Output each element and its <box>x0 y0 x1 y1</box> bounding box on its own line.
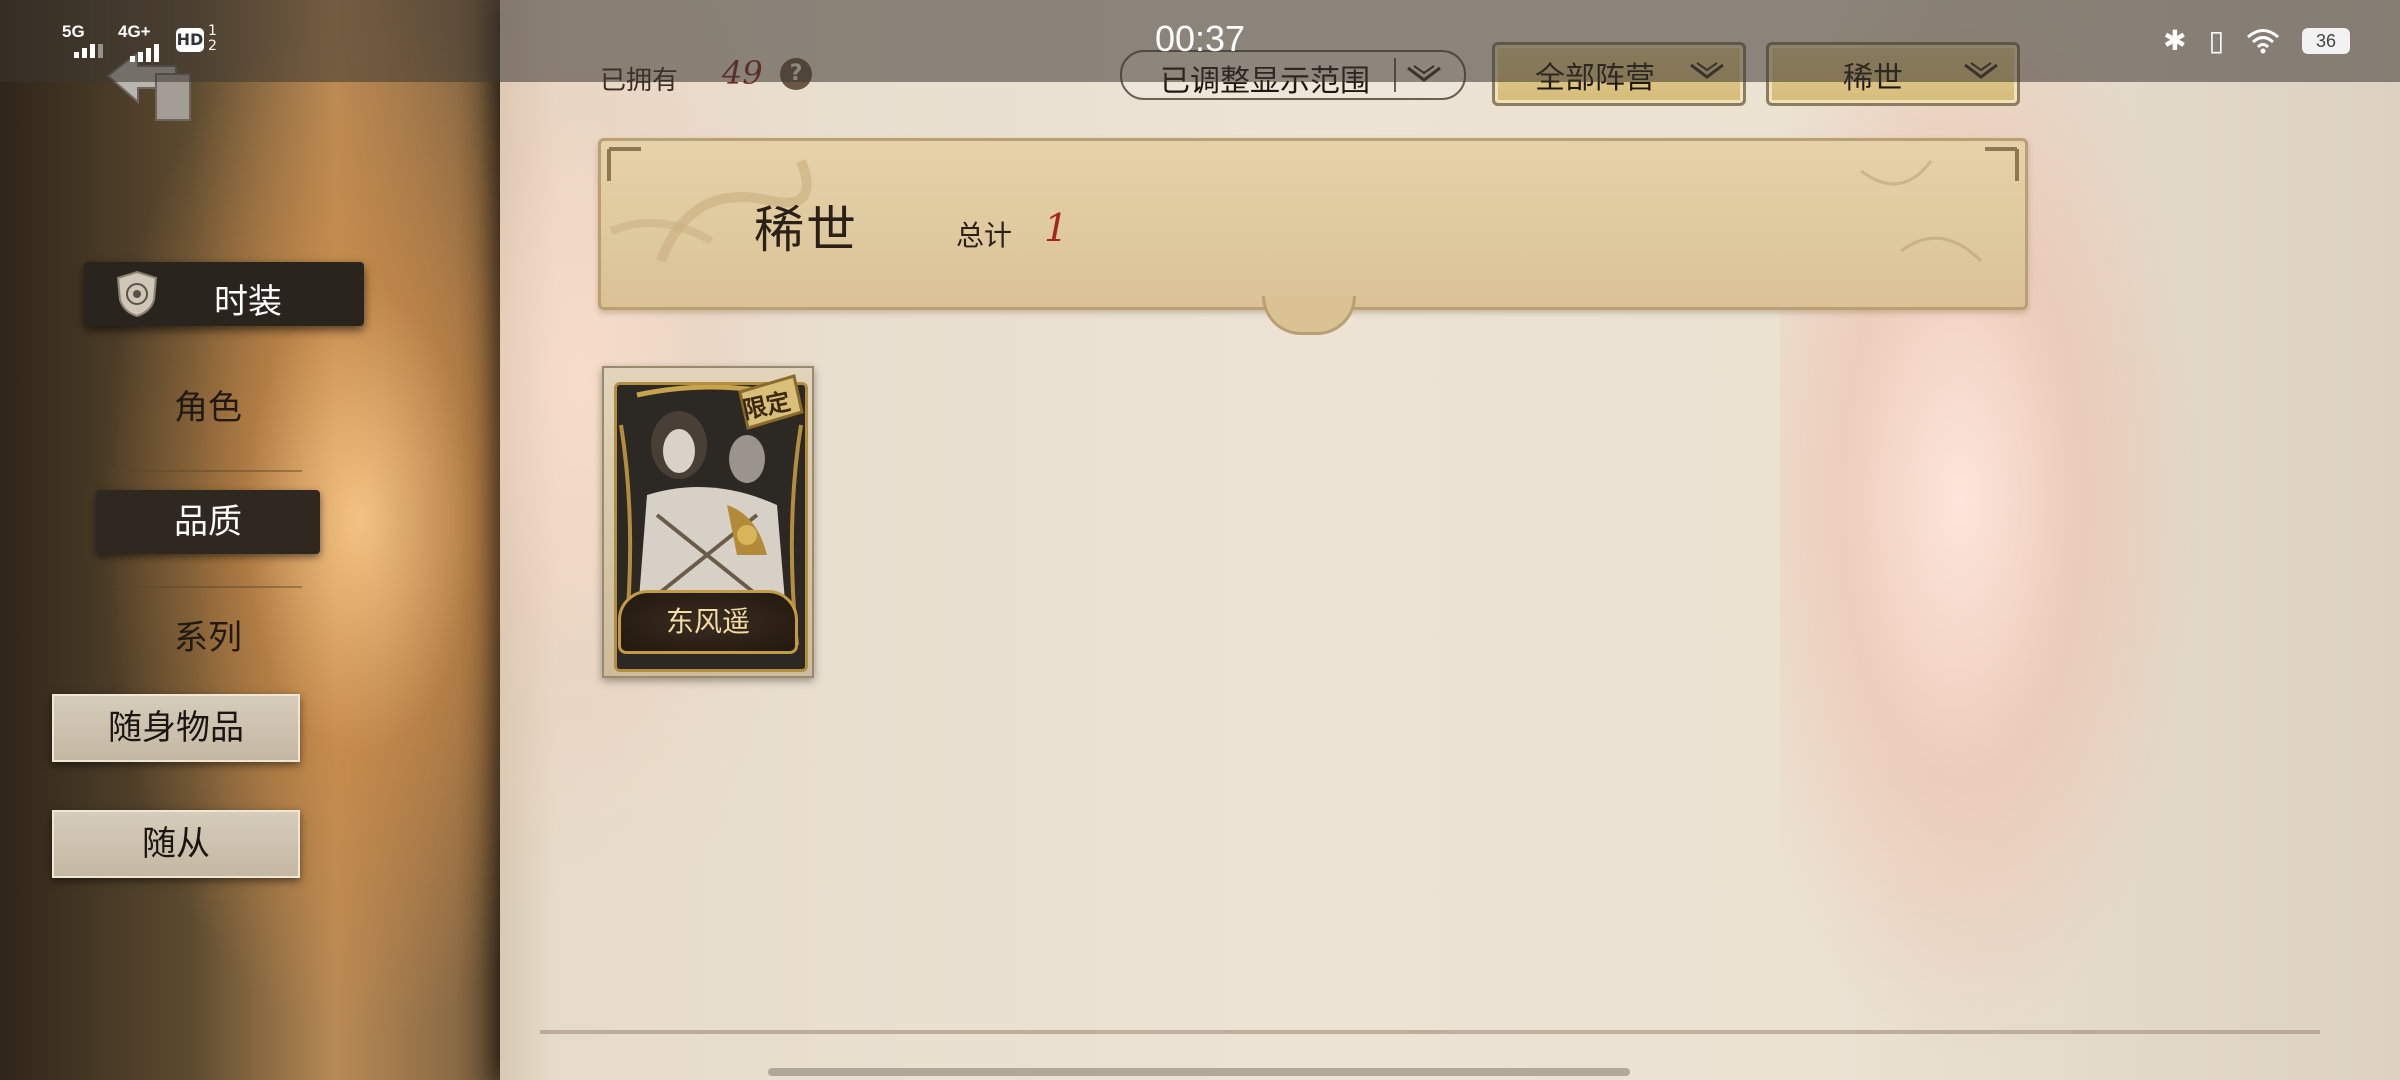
signal-4g-label: 4G+ <box>118 22 151 41</box>
tab-costume[interactable]: 时装 <box>84 262 364 326</box>
limited-badge: 限定 <box>734 372 806 432</box>
hd-sim-2: 2 <box>208 38 217 54</box>
hd-voice-icon: HD <box>176 28 204 52</box>
costume-name-plate: 东风遥 <box>618 590 798 654</box>
total-count: 1 <box>1044 206 1069 250</box>
category-title: 稀世 <box>754 201 858 259</box>
clock: 00:37 <box>1154 18 1246 59</box>
shield-emblem-icon <box>116 270 158 318</box>
tab-followers[interactable]: 随从 <box>52 810 300 878</box>
home-indicator[interactable] <box>768 1068 1630 1076</box>
total-label: 总计 <box>956 219 1013 252</box>
panel-edge <box>540 1030 2320 1034</box>
hd-sim-1: 1 <box>208 23 217 39</box>
vibrate-icon: ▯ <box>2208 24 2224 57</box>
battery-icon: 36 <box>2302 27 2350 54</box>
signal-5g-label: 5G <box>62 22 85 41</box>
signal-bars-icon <box>74 44 103 58</box>
sidebar-divider <box>112 470 302 472</box>
sidebar-divider <box>112 586 302 588</box>
sidebar-item-character[interactable]: 角色 <box>96 376 320 440</box>
status-icons: ✱ ▯ 36 <box>2163 24 2350 57</box>
hd-sim-indicator: 1 2 <box>208 24 217 54</box>
wifi-icon <box>2247 28 2279 53</box>
sidebar-item-series[interactable]: 系列 <box>96 606 320 670</box>
signal-bars-icon <box>130 44 159 62</box>
bluetooth-icon: ✱ <box>2163 24 2187 57</box>
tab-accessories[interactable]: 随身物品 <box>52 694 300 762</box>
game-screen: 时装 角色 品质 系列 随身物品 随从 已拥有 49 ? 已调整显示范围 全部阵… <box>0 0 2400 1080</box>
tab-costume-label: 时装 <box>214 282 282 322</box>
status-bar: 5G 4G+ HD 1 2 00:37 ✱ ▯ 36 <box>0 0 2400 82</box>
sidebar-item-quality[interactable]: 品质 <box>96 490 320 554</box>
